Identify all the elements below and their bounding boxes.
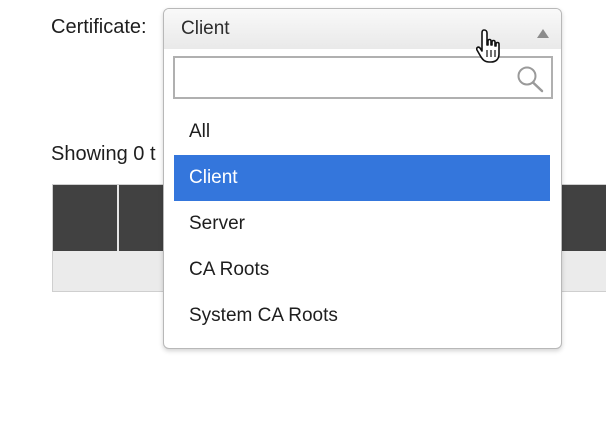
caret-up-icon bbox=[537, 29, 549, 38]
dropdown-search-input[interactable] bbox=[175, 58, 505, 97]
dropdown-option[interactable]: Server bbox=[174, 201, 550, 247]
dropdown-option[interactable]: CA Roots bbox=[174, 247, 550, 293]
dropdown-options-list: All Client Server CA Roots System CA Roots bbox=[174, 109, 550, 339]
dropdown-option[interactable]: Client bbox=[174, 155, 550, 201]
showing-count-text: Showing 0 t bbox=[51, 143, 156, 165]
select-current-value: Client bbox=[181, 18, 230, 39]
dropdown-option[interactable]: All bbox=[174, 109, 550, 155]
dropdown-option[interactable]: System CA Roots bbox=[174, 293, 550, 339]
table-header-cell[interactable] bbox=[53, 185, 119, 251]
search-icon bbox=[517, 66, 544, 93]
certificate-label: Certificate: bbox=[51, 16, 147, 38]
hand-pointer-icon bbox=[476, 29, 500, 63]
